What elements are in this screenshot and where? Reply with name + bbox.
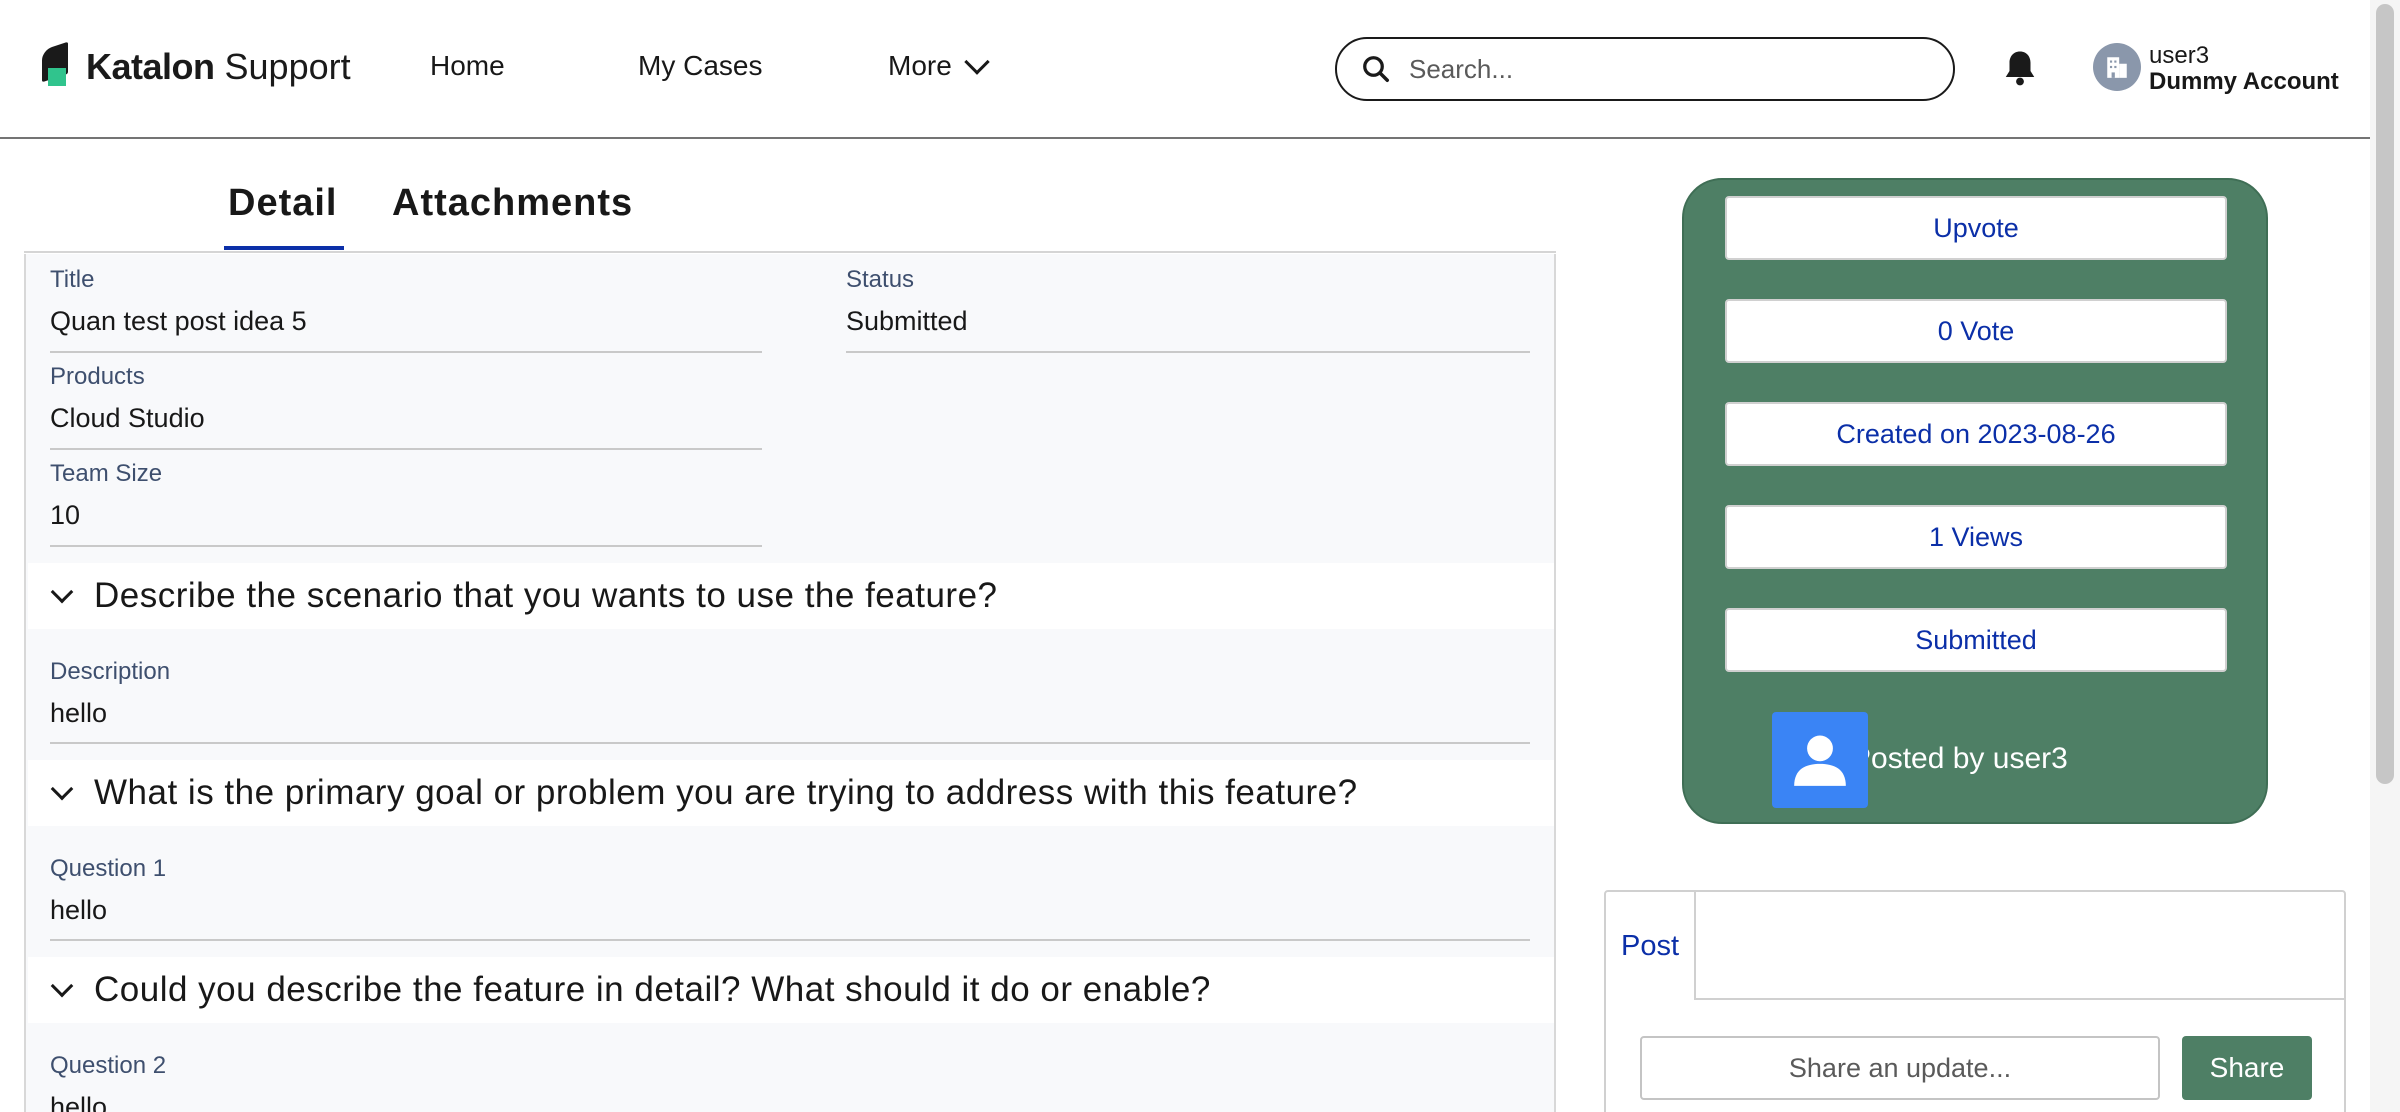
title-label: Title: [50, 266, 95, 293]
status-button[interactable]: Submitted: [1725, 608, 2227, 672]
products-value: Cloud Studio: [50, 403, 205, 433]
status-rule: [846, 351, 1530, 353]
section-title: What is the primary goal or problem you …: [94, 773, 1358, 812]
question-1-value: hello: [50, 895, 108, 925]
upvote-button[interactable]: Upvote: [1725, 196, 2227, 260]
nav-more-menu[interactable]: More: [888, 49, 990, 82]
section-goal-header[interactable]: What is the primary goal or problem you …: [28, 760, 1554, 826]
status-label: Status: [846, 266, 915, 293]
tab-attachments[interactable]: Attachments: [392, 182, 633, 225]
nav-home[interactable]: Home: [430, 50, 505, 82]
status-value: Submitted: [846, 306, 968, 336]
description-value: hello: [50, 698, 108, 728]
team-size-rule: [50, 545, 762, 547]
detail-panel: Title Quan test post idea 5 Status Submi…: [24, 254, 1556, 1112]
section-title: Describe the scenario that you wants to …: [94, 576, 998, 615]
nav-more-label: More: [888, 50, 952, 81]
active-tab-indicator: [224, 246, 344, 250]
post-composer: Post Share an update... Share: [1604, 890, 2346, 1112]
scrollbar-thumb[interactable]: [2376, 4, 2394, 784]
poster-avatar: [1772, 712, 1868, 808]
logo-brand-text: Katalon: [86, 46, 215, 87]
search-input[interactable]: [1409, 53, 1909, 85]
tab-post[interactable]: Post: [1606, 892, 1696, 1000]
question-1-rule: [50, 939, 1530, 941]
notification-bell-icon[interactable]: [2002, 48, 2038, 88]
user-name[interactable]: user3: [2149, 42, 2209, 70]
katalon-logo[interactable]: Katalon Support: [42, 41, 351, 88]
section-feature-detail-header[interactable]: Could you describe the feature in detail…: [28, 957, 1554, 1023]
title-rule: [50, 351, 762, 353]
question-1-label: Question 1: [50, 855, 167, 882]
description-rule: [50, 742, 1530, 744]
description-label: Description: [50, 658, 171, 685]
search-icon: [1363, 56, 1389, 82]
created-date-button[interactable]: Created on 2023-08-26: [1725, 402, 2227, 466]
products-rule: [50, 448, 762, 450]
question-2-value: hello: [50, 1092, 108, 1112]
top-header: Katalon Support Home My Cases More user3…: [0, 0, 2370, 139]
nav-my-cases[interactable]: My Cases: [638, 50, 762, 82]
share-update-input[interactable]: Share an update...: [1640, 1036, 2160, 1100]
user-icon: [1794, 735, 1846, 786]
share-button[interactable]: Share: [2182, 1036, 2312, 1100]
tab-detail[interactable]: Detail: [228, 182, 337, 225]
chevron-down-icon: [50, 974, 74, 998]
title-value: Quan test post idea 5: [50, 306, 307, 336]
user-avatar[interactable]: [2093, 43, 2141, 91]
user-account[interactable]: Dummy Account: [2149, 68, 2339, 96]
question-2-label: Question 2: [50, 1052, 167, 1079]
products-label: Products: [50, 363, 145, 390]
vote-count-button[interactable]: 0 Vote: [1725, 299, 2227, 363]
building-icon: [2107, 57, 2127, 78]
katalon-logo-icon: [42, 41, 72, 88]
post-tab-divider: [1696, 998, 2346, 1000]
team-size-value: 10: [50, 500, 81, 530]
views-count-button[interactable]: 1 Views: [1725, 505, 2227, 569]
chevron-down-icon: [964, 49, 990, 75]
section-scenario-header[interactable]: Describe the scenario that you wants to …: [28, 563, 1554, 629]
page-scrollbar[interactable]: [2370, 0, 2400, 1112]
team-size-label: Team Size: [50, 460, 163, 487]
logo-product-text: Support: [224, 46, 351, 87]
chevron-down-icon: [50, 777, 74, 801]
search-bar[interactable]: [1335, 37, 1955, 101]
tab-divider: [24, 251, 1556, 253]
section-title: Could you describe the feature in detail…: [94, 970, 1211, 1009]
posted-by-text: Posted by user3: [1851, 742, 2068, 775]
chevron-down-icon: [50, 580, 74, 604]
idea-stats-card: Upvote 0 Vote Created on 2023-08-26 1 Vi…: [1682, 178, 2268, 824]
